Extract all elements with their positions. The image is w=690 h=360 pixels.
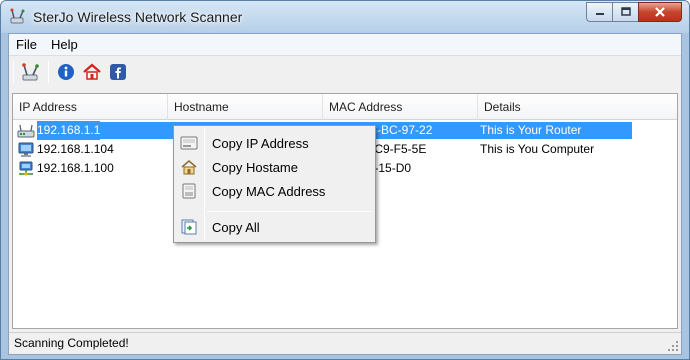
computer-icon: [18, 142, 34, 157]
menu-item-label: Copy Hostame: [212, 159, 298, 175]
column-hostname[interactable]: Hostname: [168, 94, 323, 120]
maximize-icon: [620, 7, 631, 16]
status-bar: Scanning Completed!: [9, 332, 681, 354]
house-icon: [179, 158, 199, 176]
network-device-icon: [19, 161, 33, 176]
menu-file[interactable]: File: [9, 34, 44, 56]
close-icon: [655, 7, 665, 17]
column-mac-address[interactable]: MAC Address: [323, 94, 478, 120]
menu-help[interactable]: Help: [44, 34, 85, 56]
row-ip: 192.168.1.1: [37, 121, 101, 140]
column-details[interactable]: Details: [478, 94, 677, 120]
list-header: IP Address Hostname MAC Address Details: [13, 94, 677, 120]
facebook-button[interactable]: [107, 61, 129, 83]
minimize-icon: [595, 13, 604, 15]
menu-item-label: Copy MAC Address: [212, 183, 326, 199]
window-title: SterJo Wireless Network Scanner: [33, 9, 243, 25]
info-icon: [58, 64, 74, 80]
column-ip-address[interactable]: IP Address: [13, 94, 168, 120]
row-ip: 192.168.1.100: [37, 161, 114, 175]
network-card-icon: [179, 182, 199, 200]
resize-grip-icon[interactable]: [667, 340, 679, 352]
app-wireless-icon: [10, 8, 25, 24]
row-details: This is You Computer: [480, 142, 595, 156]
home-button[interactable]: [81, 61, 103, 83]
app-window: SterJo Wireless Network Scanner File Hel…: [0, 0, 690, 360]
toolbar: [9, 56, 681, 88]
title-bar[interactable]: SterJo Wireless Network Scanner: [1, 1, 689, 33]
menu-item-label: Copy IP Address: [212, 135, 309, 151]
toolbar-separator: [48, 61, 49, 83]
copy-all-icon: [179, 218, 199, 236]
scan-icon: [22, 63, 39, 81]
scan-button[interactable]: [20, 61, 42, 83]
menu-item-label: Copy All: [212, 219, 260, 235]
router-icon: [17, 124, 35, 137]
row-ip: 192.168.1.104: [37, 142, 114, 156]
home-icon: [83, 63, 101, 80]
row-details: This is Your Router: [480, 123, 582, 137]
toolbar-separator: [13, 61, 14, 83]
menu-bar: File Help: [9, 34, 681, 56]
minimize-button[interactable]: [586, 2, 612, 22]
status-text: Scanning Completed!: [14, 336, 129, 350]
facebook-icon: [110, 64, 126, 80]
menu-item-copy-mac[interactable]: Copy MAC Address: [176, 180, 373, 202]
window-controls: [586, 2, 682, 22]
menu-item-copy-hostname[interactable]: Copy Hostame: [176, 156, 373, 178]
close-button[interactable]: [638, 2, 682, 22]
info-button[interactable]: [55, 61, 77, 83]
context-menu-separator: [207, 211, 371, 212]
maximize-button[interactable]: [612, 2, 638, 22]
menu-item-copy-ip[interactable]: Copy IP Address: [176, 132, 373, 154]
context-menu: Copy IP Address Copy Hostame Copy MAC Ad…: [173, 125, 376, 243]
row-details: [474, 159, 674, 178]
menu-item-copy-all[interactable]: Copy All: [176, 216, 373, 238]
ip-card-icon: [179, 134, 199, 152]
